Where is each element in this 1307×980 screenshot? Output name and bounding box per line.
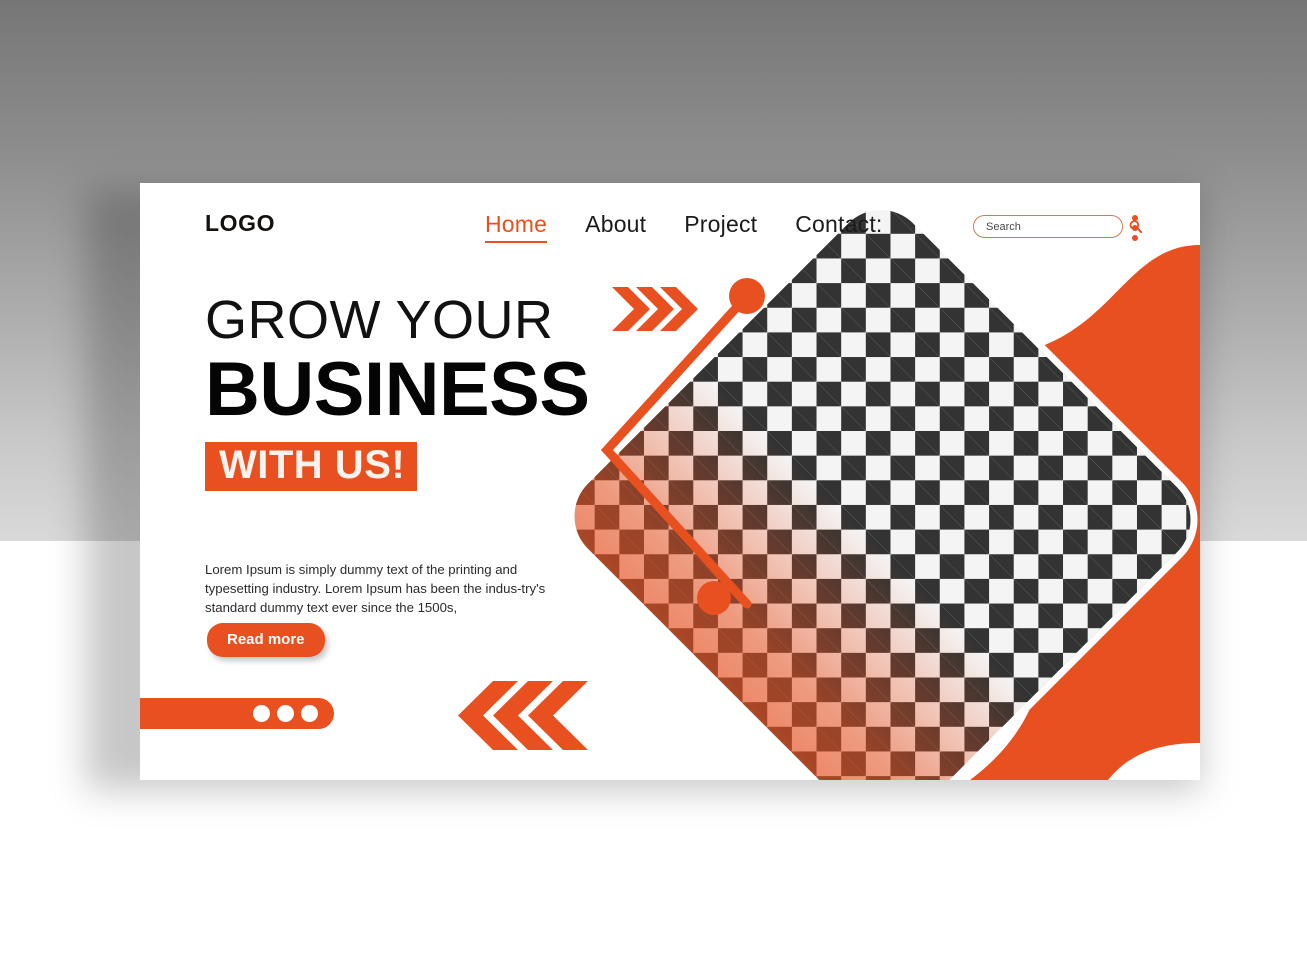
pagination-dot-1[interactable] xyxy=(253,705,270,722)
pagination-dot-2[interactable] xyxy=(277,705,294,722)
landing-page-mockup: LOGO Home About Project Contact: GROW YO… xyxy=(140,183,1200,780)
kebab-dot-3 xyxy=(1132,235,1138,241)
search-box[interactable] xyxy=(973,215,1143,238)
nav-item-home[interactable]: Home xyxy=(485,211,548,243)
bracket-dot-top xyxy=(729,278,765,314)
kebab-dot-2 xyxy=(1132,225,1138,231)
kebab-menu-icon[interactable] xyxy=(1131,215,1139,241)
nav-item-project[interactable]: Project xyxy=(684,211,757,241)
chevrons-left-icon[interactable] xyxy=(455,678,591,753)
carousel-pagination[interactable] xyxy=(140,698,334,729)
nav-item-contact[interactable]: Contact: xyxy=(795,211,882,241)
angle-bracket-outline xyxy=(600,278,765,615)
header-bar: LOGO Home About Project Contact: xyxy=(140,183,1200,275)
search-input[interactable] xyxy=(986,220,1128,233)
hero-line-1: GROW YOUR xyxy=(205,290,554,350)
hero-line-2: BUSINESS xyxy=(205,347,590,433)
hero-badge: WITH US! xyxy=(205,442,418,492)
chevrons-right-icon[interactable] xyxy=(612,285,698,333)
main-navigation: Home About Project Contact: xyxy=(485,211,883,243)
kebab-dot-1 xyxy=(1132,215,1138,221)
nav-item-about[interactable]: About xyxy=(585,211,646,241)
hero-image-stage xyxy=(555,190,1200,780)
logo[interactable]: LOGO xyxy=(205,210,275,237)
read-more-button[interactable]: Read more xyxy=(207,623,325,657)
hero-heading-group: GROW YOUR BUSINESS WITH US! xyxy=(205,290,625,492)
hero-body-text: Lorem Ipsum is simply dummy text of the … xyxy=(205,562,546,616)
pagination-dot-3[interactable] xyxy=(301,705,318,722)
bracket-dot-bottom xyxy=(697,581,731,615)
